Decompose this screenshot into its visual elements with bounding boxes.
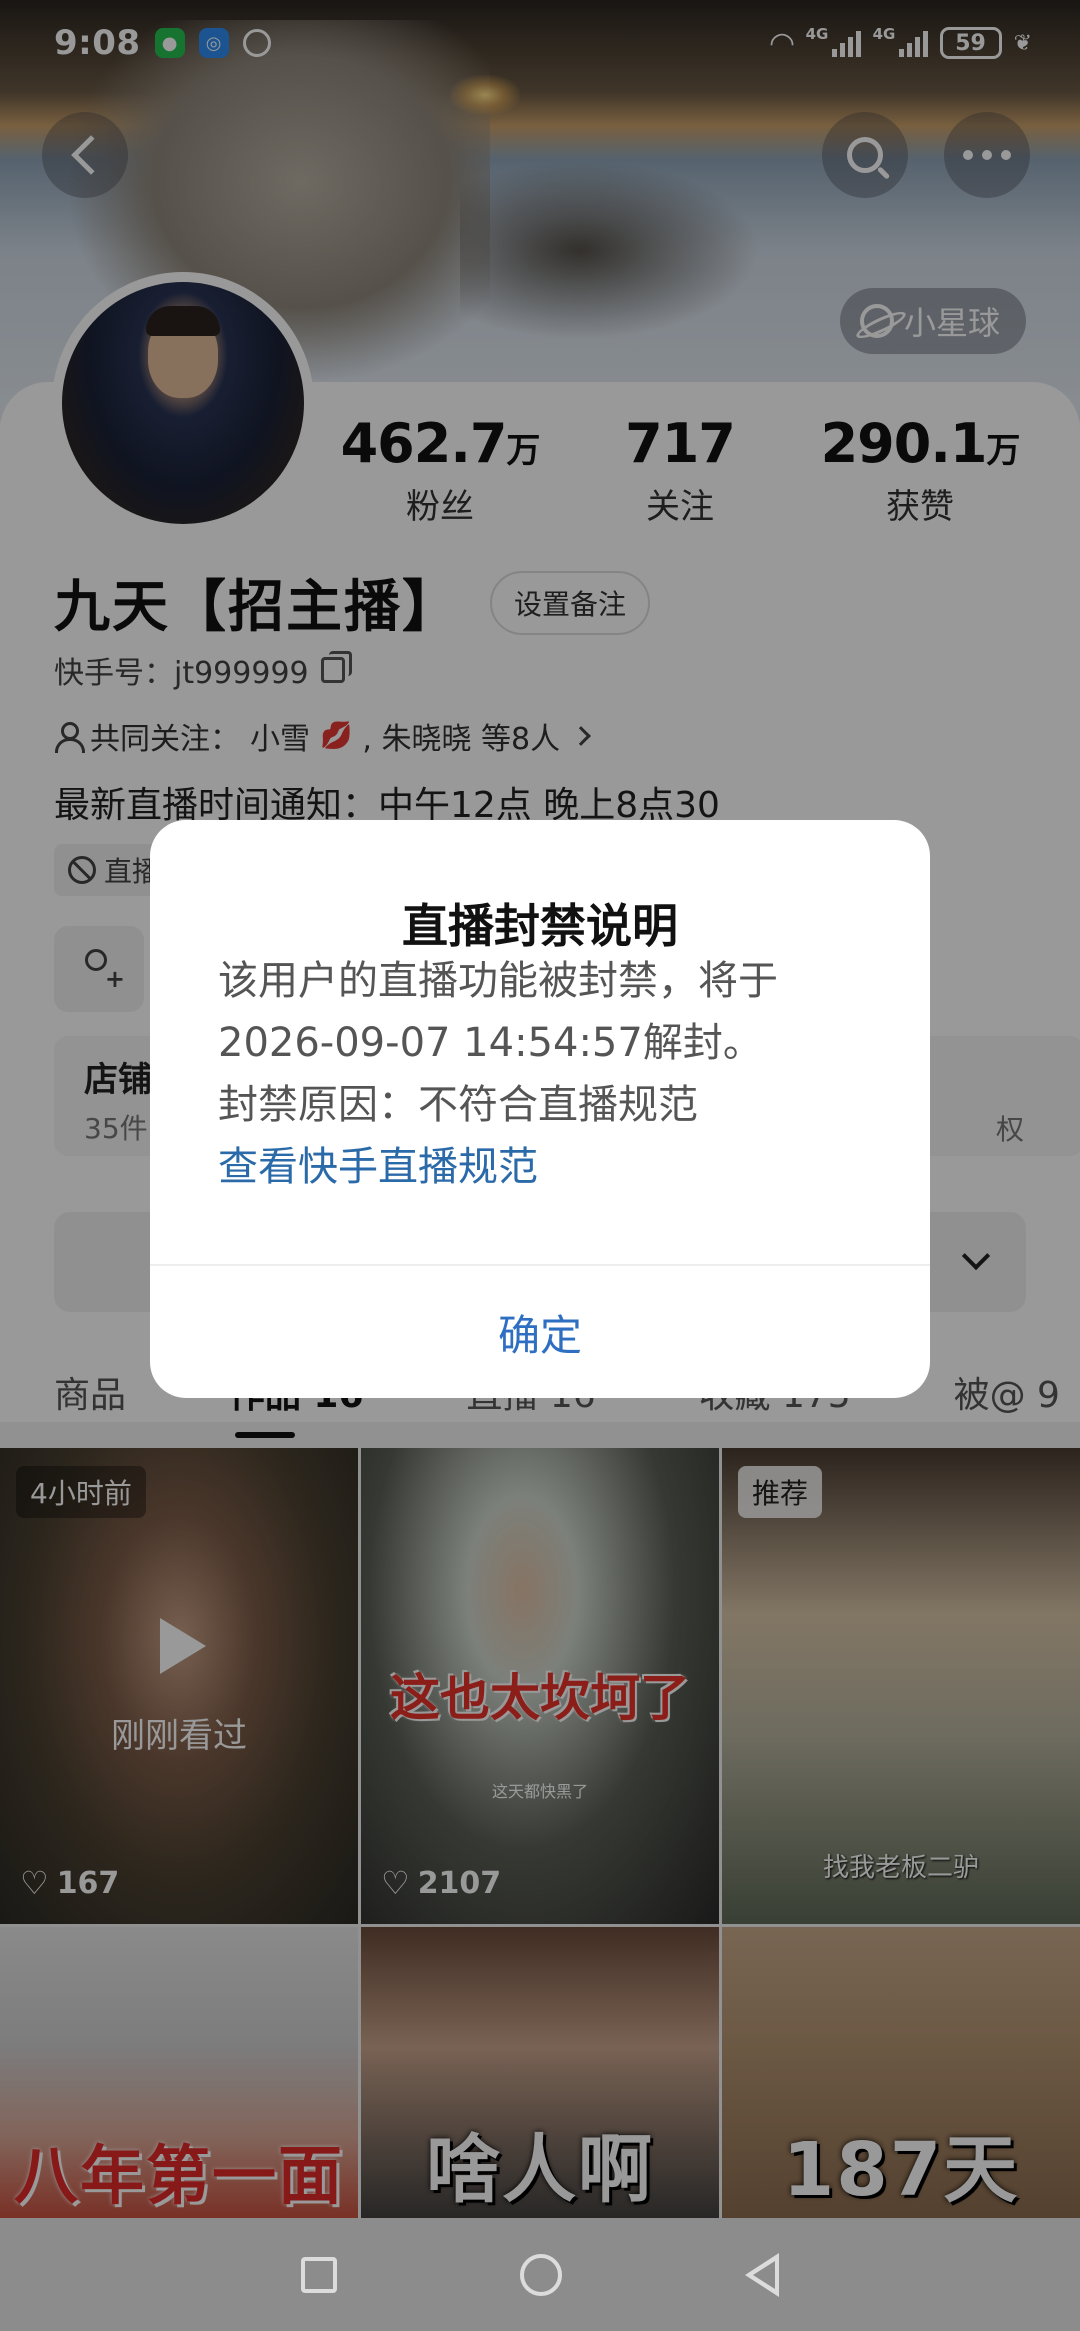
back-triangle-icon[interactable] [744, 2252, 779, 2297]
recent-apps-icon[interactable] [301, 2256, 338, 2293]
system-nav-bar [0, 2218, 1080, 2331]
dialog-body: 该用户的直播功能被封禁，将于 2026-09-07 14:54:57解封。 封禁… [218, 950, 874, 1198]
dialog-title: 直播封禁说明 [402, 899, 678, 953]
dialog-line: 该用户的直播功能被封禁，将于 [218, 958, 778, 1004]
dialog-line: 2026-09-07 14:54:57解封。 [218, 1020, 763, 1066]
home-icon[interactable] [519, 2253, 562, 2296]
live-ban-dialog: 直播封禁说明 该用户的直播功能被封禁，将于 2026-09-07 14:54:5… [150, 820, 930, 1398]
dialog-line: 封禁原因：不符合直播规范 [218, 1082, 698, 1128]
confirm-button[interactable]: 确定 [150, 1266, 930, 1398]
live-rules-link[interactable]: 查看快手直播规范 [218, 1136, 874, 1198]
